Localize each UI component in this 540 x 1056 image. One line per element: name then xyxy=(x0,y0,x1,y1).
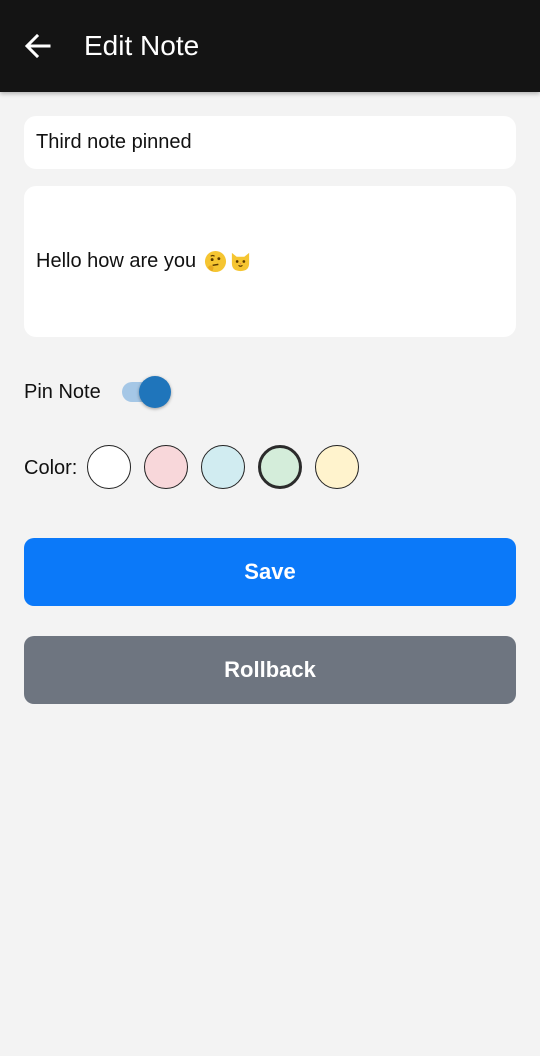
note-title-input[interactable]: Third note pinned xyxy=(24,116,516,169)
color-swatch[interactable] xyxy=(201,445,245,489)
note-content-text: Hello how are you xyxy=(36,250,197,272)
color-label: Color: xyxy=(24,457,78,479)
pin-note-label: Pin Note xyxy=(24,381,101,403)
thinking-face-emoji xyxy=(204,250,227,273)
color-swatch[interactable] xyxy=(144,445,188,489)
color-swatch[interactable] xyxy=(258,445,302,489)
pin-note-toggle[interactable] xyxy=(122,376,172,408)
note-content-input[interactable]: Hello how are you 🤔 🐱 xyxy=(24,186,516,337)
color-swatch[interactable] xyxy=(87,445,131,489)
arrow-left-icon xyxy=(24,33,51,59)
save-button[interactable]: Save xyxy=(24,538,516,606)
color-swatch[interactable] xyxy=(315,445,359,489)
app-bar: Edit Note xyxy=(0,0,540,92)
rollback-button[interactable]: Rollback xyxy=(24,636,516,704)
toggle-thumb xyxy=(139,376,171,408)
page-title: Edit Note xyxy=(84,30,200,61)
cat-face-emoji xyxy=(229,250,252,273)
back-button[interactable] xyxy=(16,24,60,68)
